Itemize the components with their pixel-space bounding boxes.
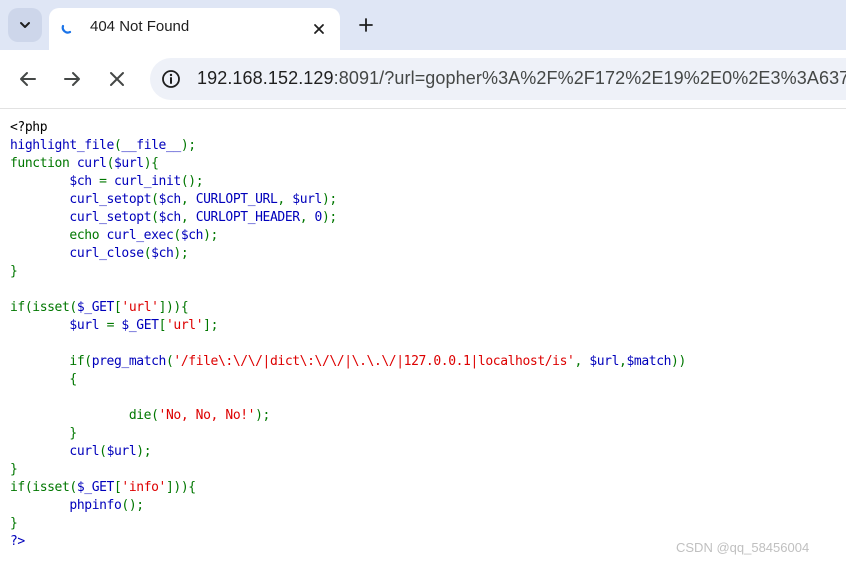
code-line: if(isset($_GET['info'])){ <box>10 480 196 495</box>
new-tab-button[interactable] <box>353 12 379 38</box>
tab-active[interactable]: 404 Not Found <box>49 8 340 50</box>
url-path: :8091/?url=gopher%3A%2F%2F172%2E19%2E0%2… <box>333 68 846 88</box>
code-line: } <box>10 264 18 279</box>
code-line: die('No, No, No!'); <box>10 408 271 423</box>
tab-close-button[interactable] <box>307 17 331 41</box>
stop-loading-button[interactable] <box>102 64 132 94</box>
tab-search-button[interactable] <box>8 8 42 42</box>
arrow-right-icon <box>64 72 80 86</box>
code-line: function curl($url){ <box>10 156 159 171</box>
plus-icon <box>359 18 373 32</box>
code-line: $ch = curl_init(); <box>69 174 204 189</box>
close-icon <box>110 72 124 86</box>
info-icon <box>162 70 180 88</box>
spinner-icon <box>61 24 72 34</box>
code-line: } <box>10 426 77 441</box>
arrow-left-icon <box>20 72 36 86</box>
code-line: } <box>10 462 18 477</box>
code-line: if(preg_match('/file\:\/\/|dict\:\/\/|\.… <box>10 354 686 369</box>
code-line: $url = $_GET['url']; <box>69 318 218 333</box>
back-button[interactable] <box>13 64 43 94</box>
code-line: if(isset($_GET['url'])){ <box>10 300 189 315</box>
tab-title: 404 Not Found <box>90 18 190 35</box>
url-host: 192.168.152.129 <box>197 68 334 88</box>
close-icon <box>314 24 324 34</box>
code-line: echo curl_exec($ch); <box>10 228 218 243</box>
chevron-down-icon <box>20 22 30 28</box>
code-line: { <box>10 372 77 387</box>
code-line: curl($url); <box>69 444 152 459</box>
code-line: curl_setopt($ch, CURLOPT_HEADER, 0); <box>69 210 337 225</box>
url-text[interactable]: 192.168.152.129:8091/?url=gopher%3A%2F%2… <box>197 68 846 89</box>
code-line: ?> <box>10 534 25 549</box>
code-line: } <box>10 516 18 531</box>
address-bar[interactable]: 192.168.152.129:8091/?url=gopher%3A%2F%2… <box>150 58 846 100</box>
forward-button[interactable] <box>57 64 87 94</box>
code-line: highlight_file(__file__); <box>10 138 196 153</box>
code-line: curl_setopt($ch, CURLOPT_URL, $url); <box>69 192 337 207</box>
tab-strip: 404 Not Found <box>0 0 846 50</box>
code-line: phpinfo(); <box>69 498 144 513</box>
site-info-button[interactable] <box>160 68 182 90</box>
toolbar: 192.168.152.129:8091/?url=gopher%3A%2F%2… <box>0 50 846 109</box>
source-code: <?php highlight_file(__file__); function… <box>10 119 686 551</box>
code-line: curl_close($ch); <box>69 246 189 261</box>
watermark: CSDN @qq_58456004 <box>676 540 810 555</box>
code-line: <?php <box>10 120 48 135</box>
